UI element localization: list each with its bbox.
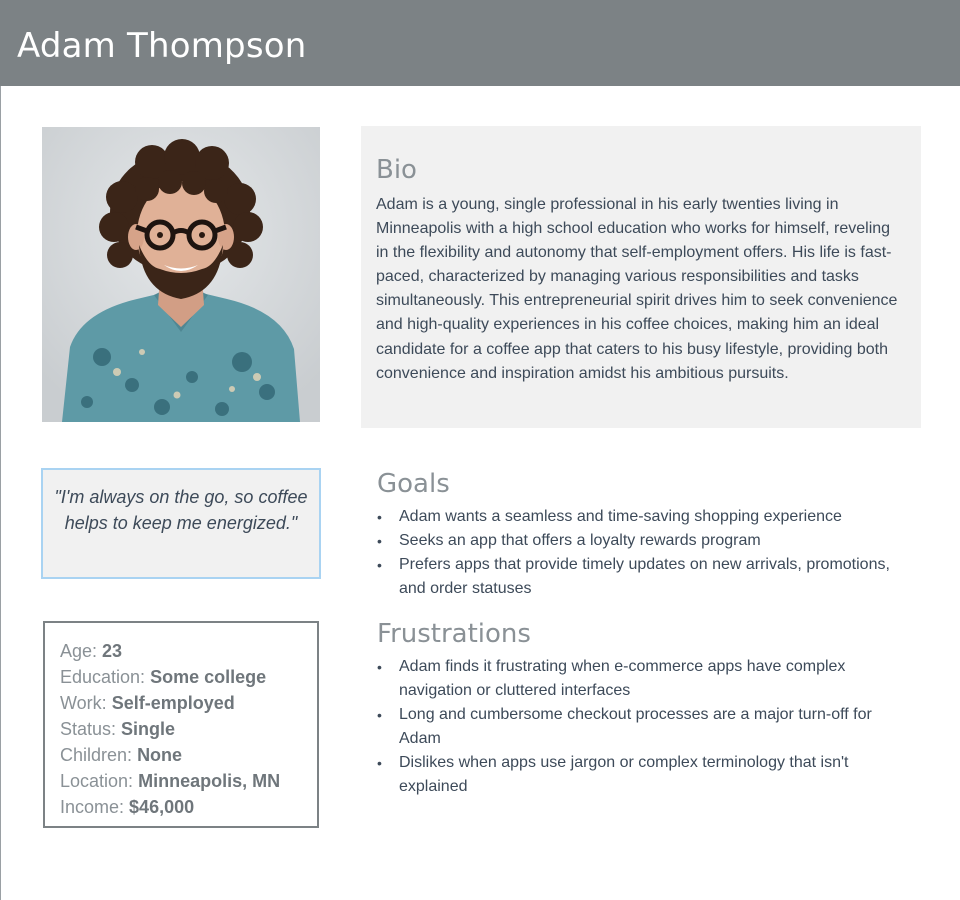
- fact-value: $46,000: [129, 797, 195, 817]
- fact-value: Minneapolis, MN: [138, 771, 281, 791]
- fact-work: Work: Self-employed: [60, 690, 235, 716]
- goals-heading: Goals: [377, 469, 450, 499]
- fact-label: Location:: [60, 771, 134, 791]
- bullet-icon: •: [377, 755, 382, 771]
- fact-label: Age:: [60, 641, 98, 661]
- bullet-icon: •: [377, 707, 382, 723]
- bullet-icon: •: [377, 659, 382, 675]
- fact-label: Children:: [60, 745, 133, 765]
- fact-income: Income: $46,000: [60, 794, 194, 820]
- fact-value: None: [137, 745, 183, 765]
- bullet-icon: •: [377, 557, 382, 573]
- list-item: • Prefers apps that provide timely update…: [377, 553, 907, 601]
- fact-value: Some college: [150, 667, 267, 687]
- quote-panel: "I'm always on the go, so coffee helps t…: [41, 468, 321, 579]
- fact-label: Income:: [60, 797, 125, 817]
- header-bar: Adam Thompson: [0, 0, 960, 86]
- persona-photo: [42, 127, 320, 422]
- person-portrait-icon: [42, 127, 320, 422]
- bullet-icon: •: [377, 509, 382, 525]
- fact-value: 23: [102, 641, 123, 661]
- persona-name: Adam Thompson: [17, 26, 307, 66]
- fact-label: Work:: [60, 693, 107, 713]
- fact-value: Self-employed: [111, 693, 235, 713]
- list-item: • Dislikes when apps use jargon or comple…: [377, 751, 907, 799]
- page-left-border: [0, 86, 1, 900]
- quote-text: "I'm always on the go, so coffee helps t…: [54, 487, 308, 533]
- bio-text: Adam is a young, single professional in …: [376, 196, 898, 382]
- frustrations-heading: Frustrations: [377, 619, 531, 649]
- list-item: • Adam wants a seamless and time-saving s…: [377, 505, 907, 529]
- fact-age: Age: 23: [60, 638, 122, 664]
- fact-location: Location: Minneapolis, MN: [60, 768, 280, 794]
- fact-label: Education:: [60, 667, 146, 687]
- bio-panel: Bio Adam is a young, single professional…: [361, 126, 921, 428]
- list-item: • Adam finds it frustrating when e-commer…: [377, 655, 907, 703]
- fact-value: Single: [121, 719, 176, 739]
- fact-label: Status:: [60, 719, 117, 739]
- fact-education: Education: Some college: [60, 664, 266, 690]
- bio-heading: Bio: [376, 155, 417, 185]
- demographics-panel: Age: 23 Education: Some college Work: Se…: [43, 621, 319, 828]
- fact-children: Children: None: [60, 742, 182, 768]
- bullet-icon: •: [377, 533, 382, 549]
- frustrations-list: • Adam finds it frustrating when e-commer…: [377, 655, 907, 799]
- fact-status: Status: Single: [60, 716, 175, 742]
- list-item: • Seeks an app that offers a loyalty rewa…: [377, 529, 907, 553]
- goals-list: • Adam wants a seamless and time-saving s…: [377, 505, 907, 601]
- list-item: • Long and cumbersome checkout processes …: [377, 703, 907, 751]
